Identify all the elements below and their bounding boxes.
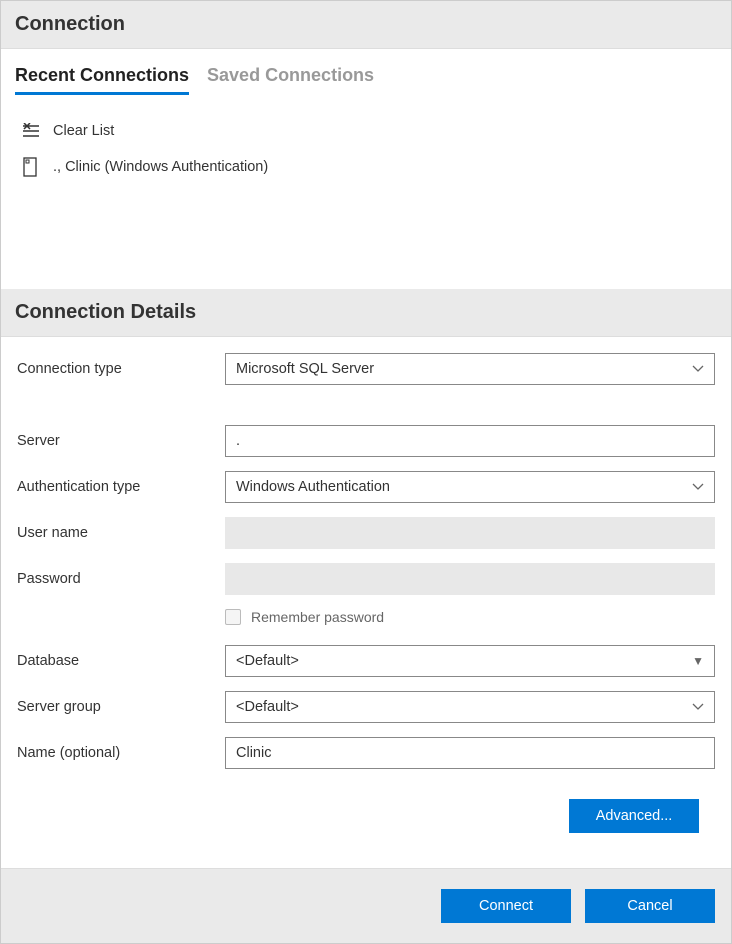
select-database[interactable]: <Default> ▼ bbox=[225, 645, 715, 677]
chevron-down-icon bbox=[692, 703, 704, 711]
select-database-value: <Default> bbox=[236, 653, 299, 669]
label-name-optional: Name (optional) bbox=[17, 745, 225, 761]
details-body: Connection type Microsoft SQL Server Ser… bbox=[1, 337, 731, 868]
clear-list-button[interactable]: Clear List bbox=[15, 113, 717, 149]
select-connection-type-value: Microsoft SQL Server bbox=[236, 361, 374, 377]
label-remember-password: Remember password bbox=[251, 609, 384, 625]
recent-connection-label: ., Clinic (Windows Authentication) bbox=[53, 159, 268, 175]
chevron-down-icon bbox=[692, 365, 704, 373]
chevron-down-icon bbox=[692, 483, 704, 491]
input-server[interactable] bbox=[225, 425, 715, 457]
select-auth-type-value: Windows Authentication bbox=[236, 479, 390, 495]
label-username: User name bbox=[17, 525, 225, 541]
advanced-button[interactable]: Advanced... bbox=[569, 799, 699, 833]
recent-connection-item[interactable]: ., Clinic (Windows Authentication) bbox=[15, 149, 717, 185]
input-name-optional[interactable] bbox=[225, 737, 715, 769]
server-icon bbox=[21, 157, 41, 177]
connect-button[interactable]: Connect bbox=[441, 889, 571, 923]
label-auth-type: Authentication type bbox=[17, 479, 225, 495]
select-auth-type[interactable]: Windows Authentication bbox=[225, 471, 715, 503]
tab-saved-connections[interactable]: Saved Connections bbox=[207, 65, 374, 95]
cancel-button[interactable]: Cancel bbox=[585, 889, 715, 923]
connection-top: Recent Connections Saved Connections Cle… bbox=[1, 49, 731, 289]
checkbox-remember-password[interactable] bbox=[225, 609, 241, 625]
details-header: Connection Details bbox=[1, 289, 731, 337]
select-server-group-value: <Default> bbox=[236, 699, 299, 715]
clear-list-icon bbox=[21, 121, 41, 141]
label-password: Password bbox=[17, 571, 225, 587]
label-connection-type: Connection type bbox=[17, 361, 225, 377]
input-username bbox=[225, 517, 715, 549]
input-password bbox=[225, 563, 715, 595]
select-server-group[interactable]: <Default> bbox=[225, 691, 715, 723]
footer: Connect Cancel bbox=[1, 868, 731, 943]
caret-down-icon: ▼ bbox=[692, 654, 704, 668]
label-database: Database bbox=[17, 653, 225, 669]
clear-list-label: Clear List bbox=[53, 123, 114, 139]
label-server-group: Server group bbox=[17, 699, 225, 715]
connection-tabs: Recent Connections Saved Connections bbox=[15, 49, 717, 95]
select-connection-type[interactable]: Microsoft SQL Server bbox=[225, 353, 715, 385]
label-server: Server bbox=[17, 433, 225, 449]
tab-recent-connections[interactable]: Recent Connections bbox=[15, 65, 189, 95]
connection-header: Connection bbox=[1, 1, 731, 49]
